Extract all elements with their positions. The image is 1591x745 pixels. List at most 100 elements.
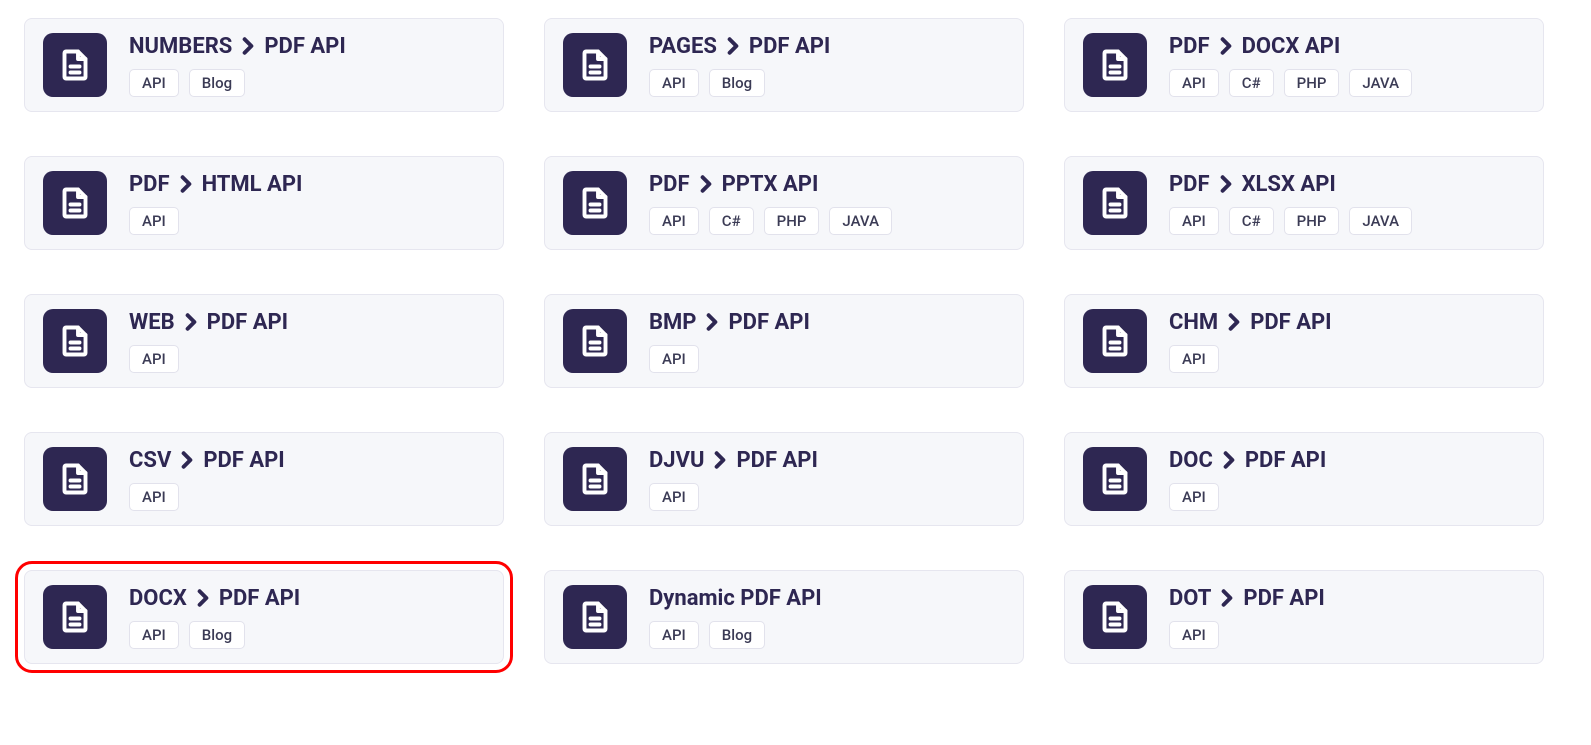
chevron-right-icon (706, 313, 718, 331)
api-card[interactable]: DJVU PDF APIAPI (544, 432, 1024, 526)
api-card[interactable]: PDF PPTX APIAPIC#PHPJAVA (544, 156, 1024, 250)
tag[interactable]: Blog (709, 69, 765, 97)
api-card[interactable]: DOT PDF API API (1064, 570, 1544, 664)
tag-list: API Blog (649, 621, 822, 649)
document-icon (1083, 585, 1147, 649)
title-from: PDF (1169, 34, 1210, 59)
tag-list: API (129, 483, 285, 511)
title-to: XLSX API (1242, 172, 1336, 197)
tag[interactable]: C# (709, 207, 754, 235)
title-to: PDF API (1250, 310, 1331, 335)
chevron-right-icon (180, 175, 192, 193)
title-to: HTML API (202, 172, 303, 197)
tag[interactable]: API (129, 207, 179, 235)
title-to: PDF API (203, 448, 284, 473)
api-card[interactable]: PAGES PDF APIAPIBlog (544, 18, 1024, 112)
title-to: DOCX API (1242, 34, 1341, 59)
api-card[interactable]: CHM PDF API API (1064, 294, 1544, 388)
api-card[interactable]: DOC PDF API API (1064, 432, 1544, 526)
document-icon (563, 171, 627, 235)
document-icon (563, 447, 627, 511)
title-to: PPTX API (722, 172, 819, 197)
chevron-right-icon (197, 589, 209, 607)
tag[interactable]: API (649, 345, 699, 373)
title-from: CHM (1169, 310, 1218, 335)
document-icon (563, 585, 627, 649)
card-title: PDF DOCX API (1169, 34, 1412, 59)
card-title: WEB PDF API (129, 310, 288, 335)
document-icon (1083, 309, 1147, 373)
tag[interactable]: API (1169, 207, 1219, 235)
api-card[interactable]: DOCX PDF API API Blog (24, 570, 504, 664)
tag[interactable]: API (649, 69, 699, 97)
tag[interactable]: API (129, 621, 179, 649)
tag-list: API C# PHP JAVA (1169, 69, 1412, 97)
tag-list: API (1169, 483, 1326, 511)
title-from: PDF (1169, 172, 1210, 197)
tag[interactable]: Blog (709, 621, 765, 649)
document-icon (43, 171, 107, 235)
chevron-right-icon (714, 451, 726, 469)
tag[interactable]: API (129, 345, 179, 373)
tag[interactable]: C# (1229, 207, 1274, 235)
document-icon (43, 585, 107, 649)
tag[interactable]: API (649, 483, 699, 511)
tag-list: API Blog (129, 621, 300, 649)
tag[interactable]: API (649, 621, 699, 649)
document-icon (43, 447, 107, 511)
api-card[interactable]: PDF HTML API API (24, 156, 504, 250)
title-to: PDF API (749, 34, 830, 59)
card-title: BMP PDF API (649, 310, 810, 335)
title-from: DOT (1169, 586, 1211, 611)
api-card[interactable]: BMP PDF API API (544, 294, 1024, 388)
card-title: Dynamic PDF API (649, 586, 822, 611)
chevron-right-icon (181, 451, 193, 469)
api-card[interactable]: PDF XLSX API API C# PHP JAVA (1064, 156, 1544, 250)
chevron-right-icon (727, 37, 739, 55)
chevron-right-icon (1221, 589, 1233, 607)
card-title: CSV PDF API (129, 448, 285, 473)
tag[interactable]: API (1169, 345, 1219, 373)
tag-list: API C# PHP JAVA (1169, 207, 1412, 235)
title-from: PDF (129, 172, 170, 197)
tag[interactable]: JAVA (829, 207, 892, 235)
api-card[interactable]: Dynamic PDF API API Blog (544, 570, 1024, 664)
tag-list: API (649, 345, 810, 373)
card-title: DOCX PDF API (129, 586, 300, 611)
title-to: PDF API (728, 310, 809, 335)
tag[interactable]: PHP (764, 207, 820, 235)
api-card[interactable]: PDF DOCX API API C# PHP JAVA (1064, 18, 1544, 112)
tag[interactable]: API (129, 483, 179, 511)
title-from: DJVU (649, 448, 704, 473)
tag[interactable]: Blog (189, 621, 245, 649)
tag[interactable]: API (1169, 621, 1219, 649)
card-title: DOT PDF API (1169, 586, 1325, 611)
tag[interactable]: API (129, 69, 179, 97)
tag[interactable]: PHP (1284, 69, 1340, 97)
tag[interactable]: API (649, 207, 699, 235)
tag[interactable]: PHP (1284, 207, 1340, 235)
document-icon (563, 309, 627, 373)
tag-list: API (129, 345, 288, 373)
document-icon (43, 33, 107, 97)
tag[interactable]: API (1169, 69, 1219, 97)
title-from: DOCX (129, 586, 187, 611)
title-from: WEB (129, 310, 175, 335)
tag-list: API (649, 483, 818, 511)
tag[interactable]: Blog (189, 69, 245, 97)
api-card[interactable]: WEB PDF API API (24, 294, 504, 388)
tag[interactable]: API (1169, 483, 1219, 511)
api-card[interactable]: CSV PDF API API (24, 432, 504, 526)
card-title: DOC PDF API (1169, 448, 1326, 473)
chevron-right-icon (700, 175, 712, 193)
tag-list: API Blog (649, 69, 830, 97)
tag[interactable]: JAVA (1349, 69, 1412, 97)
api-card[interactable]: NUMBERS PDF APIAPIBlog (24, 18, 504, 112)
tag[interactable]: JAVA (1349, 207, 1412, 235)
tag[interactable]: C# (1229, 69, 1274, 97)
document-icon (1083, 33, 1147, 97)
chevron-right-icon (242, 37, 254, 55)
title-from: NUMBERS (129, 34, 232, 59)
document-icon (563, 33, 627, 97)
tag-list: API Blog (129, 69, 346, 97)
